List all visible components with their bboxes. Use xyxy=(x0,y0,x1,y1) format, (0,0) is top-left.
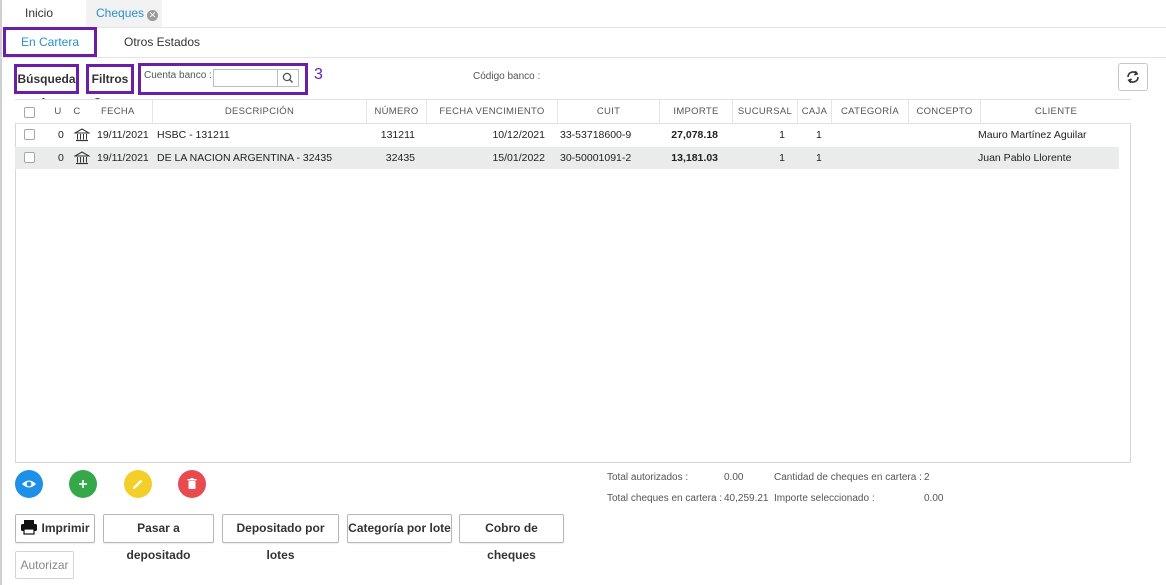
header-cliente[interactable]: CLIENTE xyxy=(981,100,1131,124)
header-caja[interactable]: CAJA xyxy=(798,100,832,124)
header-concepto[interactable]: CONCEPTO xyxy=(909,100,981,124)
cell-numero: 32435 xyxy=(385,152,415,164)
header-fecha-vencimiento[interactable]: FECHA VENCIMIENTO xyxy=(427,100,558,124)
cell-cliente: Mauro Martínez Aguilar xyxy=(978,129,1087,141)
search-icon[interactable] xyxy=(277,69,299,87)
busqueda-button[interactable]: Búsqueda xyxy=(14,64,79,94)
cell-u: 0 xyxy=(58,152,64,164)
header-numero[interactable]: NÚMERO xyxy=(367,100,427,124)
annotation-3: 3 xyxy=(314,66,323,83)
cell-numero: 131211 xyxy=(380,129,415,141)
codigo-banco-label: Código banco : xyxy=(473,71,541,82)
tab-otros-estados[interactable]: Otros Estados xyxy=(124,28,200,57)
cantidad-cheques-label: Cantidad de cheques en cartera : xyxy=(774,472,922,483)
header-categoria[interactable]: CATEGORÍA xyxy=(832,100,909,124)
header-u[interactable]: U xyxy=(49,100,67,124)
pencil-icon xyxy=(133,479,143,489)
cuenta-banco-group: Cuenta banco : xyxy=(138,63,308,95)
tab-cheques[interactable]: Cheques ✕ xyxy=(86,0,162,27)
select-all-checkbox[interactable] xyxy=(24,107,35,118)
cell-cliente: Juan Pablo Llorente xyxy=(978,152,1072,164)
bank-icon xyxy=(72,124,92,146)
pasar-a-depositado-button[interactable]: Pasar a depositado xyxy=(103,514,214,562)
total-autorizados-value: 0.00 xyxy=(724,472,744,483)
importe-seleccionado-value: 0.00 xyxy=(924,493,944,504)
table-row[interactable]: 0 19/11/2021 HSBC - 131211 131211 10/12/… xyxy=(15,124,1119,146)
cell-sucursal: 1 xyxy=(779,152,785,164)
cell-fecha: 19/11/2021 xyxy=(97,152,149,164)
cell-descripcion: DE LA NACION ARGENTINA - 32435 xyxy=(157,152,333,164)
tab-cheques-label: Cheques xyxy=(96,6,145,20)
importe-seleccionado-label: Importe seleccionado : xyxy=(774,493,875,504)
cell-vencimiento: 10/12/2021 xyxy=(492,129,545,141)
view-button[interactable] xyxy=(15,470,43,498)
header-cuit[interactable]: CUIT xyxy=(558,100,660,124)
row-checkbox[interactable] xyxy=(24,129,35,140)
delete-button[interactable] xyxy=(178,470,206,498)
header-descripcion[interactable]: DESCRIPCIÓN xyxy=(153,100,367,124)
header-sucursal[interactable]: SUCURSAL xyxy=(733,100,798,124)
autorizar-button[interactable]: Autorizar xyxy=(15,551,74,579)
header-importe[interactable]: IMPORTE xyxy=(660,100,733,124)
cell-cuit: 30-50001091-2 xyxy=(560,152,632,164)
imprimir-button[interactable]: Imprimir xyxy=(15,514,95,543)
row-checkbox[interactable] xyxy=(24,152,35,163)
window-left-edge xyxy=(0,0,2,585)
total-autorizados-label: Total autorizados : xyxy=(607,472,689,483)
cell-descripcion: HSBC - 131211 xyxy=(157,129,230,141)
cell-caja: 1 xyxy=(816,152,822,164)
plus-icon xyxy=(79,480,87,488)
header-fecha[interactable]: FECHA xyxy=(87,100,153,124)
cell-cuit: 33-53718600-9 xyxy=(560,129,632,141)
cobro-de-cheques-button[interactable]: Cobro de cheques xyxy=(459,514,564,562)
bank-icon xyxy=(72,147,92,169)
imprimir-label: Imprimir xyxy=(41,521,90,535)
header-c[interactable]: C xyxy=(67,100,87,124)
total-cartera-label: Total cheques en cartera : xyxy=(607,493,723,504)
sub-tab-bar: En Cartera Otros Estados xyxy=(0,27,1166,58)
cantidad-cheques-value: 2 xyxy=(924,472,930,483)
trash-icon xyxy=(187,478,197,489)
total-cartera-value: 40,259.21 xyxy=(724,493,769,504)
header-select-all[interactable] xyxy=(15,100,49,124)
tab-en-cartera[interactable]: En Cartera xyxy=(3,27,97,57)
table-row[interactable]: 0 19/11/2021 DE LA NACION ARGENTINA - 32… xyxy=(15,147,1119,169)
depositado-por-lotes-button[interactable]: Depositado por lotes xyxy=(222,514,339,562)
table-header: U C FECHA DESCRIPCIÓN NÚMERO FECHA VENCI… xyxy=(15,99,1131,124)
cell-u: 0 xyxy=(58,129,64,141)
categoria-por-lote-button[interactable]: Categoría por lote xyxy=(347,514,452,543)
cell-fecha: 19/11/2021 xyxy=(97,129,149,141)
tab-inicio[interactable]: Inicio xyxy=(25,0,53,27)
close-icon[interactable]: ✕ xyxy=(147,10,159,21)
add-button[interactable] xyxy=(69,470,97,498)
top-tab-bar: Inicio Cheques ✕ xyxy=(0,0,1166,28)
printer-icon xyxy=(21,520,38,535)
eye-icon xyxy=(22,480,36,488)
cell-importe: 13,181.03 xyxy=(671,152,718,164)
cell-importe: 27,078.18 xyxy=(671,129,718,141)
filtros-button[interactable]: Filtros xyxy=(86,64,134,94)
refresh-button[interactable] xyxy=(1118,63,1148,91)
cell-vencimiento: 15/01/2022 xyxy=(492,152,545,164)
refresh-icon xyxy=(1127,70,1139,84)
cell-sucursal: 1 xyxy=(779,129,785,141)
cuenta-banco-label: Cuenta banco : xyxy=(144,70,212,81)
cell-caja: 1 xyxy=(816,129,822,141)
edit-button[interactable] xyxy=(124,470,152,498)
cuenta-banco-input[interactable] xyxy=(213,69,277,87)
